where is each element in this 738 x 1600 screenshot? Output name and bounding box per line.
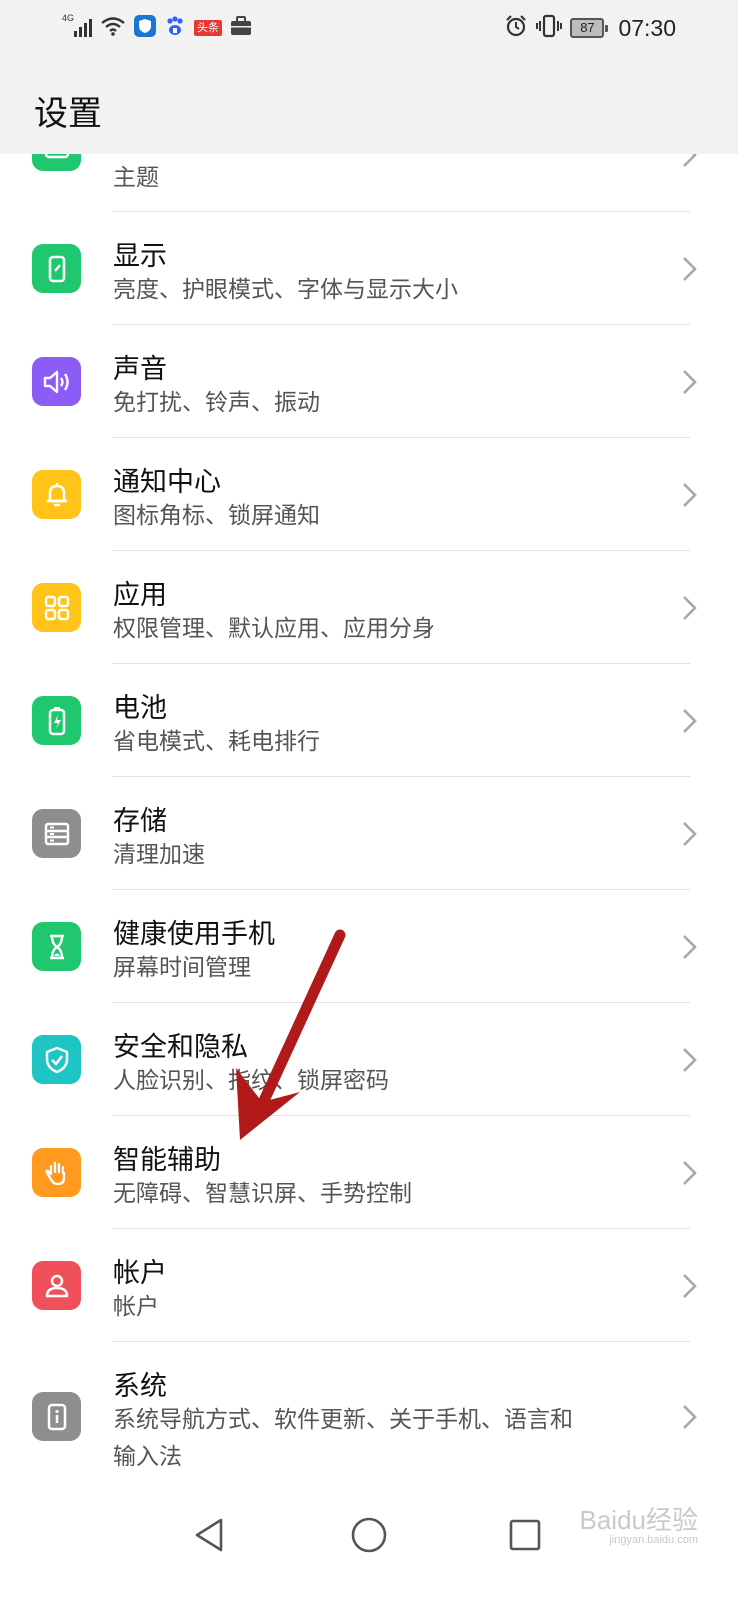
status-left-icons: 4G 头条 xyxy=(62,13,252,42)
status-right-icons: 87 07:30 xyxy=(504,14,676,42)
signal-icon: 4G xyxy=(62,13,92,39)
user-icon xyxy=(32,1261,81,1310)
alarm-icon xyxy=(504,14,528,42)
setting-subtitle: 无障碍、智慧识屏、手势控制 xyxy=(113,1181,412,1207)
setting-item-display[interactable]: 显示 亮度、护眼模式、字体与显示大小 xyxy=(0,212,738,325)
status-bar: 4G 头条 87 07:30 xyxy=(0,0,738,56)
display-icon xyxy=(32,244,81,293)
baidu-watermark-url: jingyan.baidu.com xyxy=(609,1534,698,1546)
setting-item-storage[interactable]: 存储 清理加速 xyxy=(0,777,738,890)
setting-subtitle: 图标角标、锁屏通知 xyxy=(113,503,320,529)
chevron-right-icon xyxy=(683,1274,697,1298)
setting-subtitle: 人脸识别、指纹、锁屏密码 xyxy=(113,1068,389,1094)
chevron-right-icon xyxy=(683,154,697,167)
chevron-right-icon xyxy=(683,370,697,394)
system-info-icon xyxy=(32,1392,81,1441)
setting-title: 电池 xyxy=(113,693,167,724)
setting-item-notifications[interactable]: 通知中心 图标角标、锁屏通知 xyxy=(0,438,738,551)
chevron-right-icon xyxy=(683,257,697,281)
status-time: 07:30 xyxy=(618,14,676,41)
setting-title: 系统 xyxy=(113,1371,167,1402)
storage-icon xyxy=(32,809,81,858)
baidu-icon xyxy=(164,15,186,41)
battery-icon xyxy=(32,696,81,745)
setting-item-system[interactable]: 系统 系统导航方式、软件更新、关于手机、语言和 输入法 xyxy=(0,1342,738,1488)
setting-title: 帐户 xyxy=(113,1258,167,1289)
setting-item-account[interactable]: 帐户 帐户 xyxy=(0,1229,738,1342)
wifi-icon xyxy=(100,15,126,41)
chevron-right-icon xyxy=(683,1161,697,1185)
setting-title: 智能辅助 xyxy=(113,1145,221,1176)
vibrate-icon xyxy=(536,14,563,42)
settings-list[interactable]: 主题 显示 亮度、护眼模式、字体与显示大小 声音 免打扰、铃声、振动 通知中心 … xyxy=(0,154,738,1488)
setting-item-security[interactable]: 安全和隐私 人脸识别、指纹、锁屏密码 xyxy=(0,1003,738,1116)
news-app-badge: 头条 xyxy=(194,20,222,36)
bell-icon xyxy=(32,470,81,519)
baidu-watermark: Baidu经验 xyxy=(579,1505,699,1535)
setting-subtitle: 权限管理、默认应用、应用分身 xyxy=(113,616,435,642)
briefcase-icon xyxy=(230,16,252,40)
page-title: 设置 xyxy=(34,94,102,134)
chevron-right-icon xyxy=(683,709,697,733)
setting-item-theme[interactable]: 主题 xyxy=(0,154,738,212)
back-button[interactable] xyxy=(184,1510,234,1560)
home-button[interactable] xyxy=(344,1510,394,1560)
setting-title: 通知中心 xyxy=(113,467,221,498)
sound-icon xyxy=(32,357,81,406)
setting-subtitle: 帐户 xyxy=(113,1294,159,1320)
setting-subtitle: 亮度、护眼模式、字体与显示大小 xyxy=(113,277,458,303)
setting-subtitle: 清理加速 xyxy=(113,842,205,868)
setting-item-accessibility[interactable]: 智能辅助 无障碍、智慧识屏、手势控制 xyxy=(0,1116,738,1229)
app-header: 设置 xyxy=(0,56,738,154)
battery-indicator: 87 xyxy=(570,18,609,38)
shield-app-icon xyxy=(134,15,156,41)
chevron-right-icon xyxy=(683,822,697,846)
theme-icon xyxy=(32,154,81,171)
setting-title: 声音 xyxy=(113,354,167,385)
setting-title: 健康使用手机 xyxy=(113,919,275,950)
setting-title: 安全和隐私 xyxy=(113,1032,248,1063)
hand-icon xyxy=(32,1148,81,1197)
apps-grid-icon xyxy=(32,583,81,632)
setting-item-apps[interactable]: 应用 权限管理、默认应用、应用分身 xyxy=(0,551,738,664)
setting-title: 存储 xyxy=(113,806,167,837)
hourglass-icon xyxy=(32,922,81,971)
setting-subtitle: 屏幕时间管理 xyxy=(113,955,251,981)
setting-subtitle: 免打扰、铃声、振动 xyxy=(113,390,320,416)
shield-check-icon xyxy=(32,1035,81,1084)
setting-subtitle: 省电模式、耗电排行 xyxy=(113,729,320,755)
setting-subtitle: 系统导航方式、软件更新、关于手机、语言和 xyxy=(113,1407,573,1433)
setting-item-battery[interactable]: 电池 省电模式、耗电排行 xyxy=(0,664,738,777)
recents-button[interactable] xyxy=(500,1510,550,1560)
setting-subtitle-line2: 输入法 xyxy=(113,1444,182,1470)
setting-title: 应用 xyxy=(113,580,167,611)
setting-title: 显示 xyxy=(113,241,167,272)
chevron-right-icon xyxy=(683,1048,697,1072)
chevron-right-icon xyxy=(683,1405,697,1429)
chevron-right-icon xyxy=(683,483,697,507)
setting-item-digital-balance[interactable]: 健康使用手机 屏幕时间管理 xyxy=(0,890,738,1003)
chevron-right-icon xyxy=(683,935,697,959)
setting-subtitle: 主题 xyxy=(113,165,159,191)
setting-item-sound[interactable]: 声音 免打扰、铃声、振动 xyxy=(0,325,738,438)
chevron-right-icon xyxy=(683,596,697,620)
